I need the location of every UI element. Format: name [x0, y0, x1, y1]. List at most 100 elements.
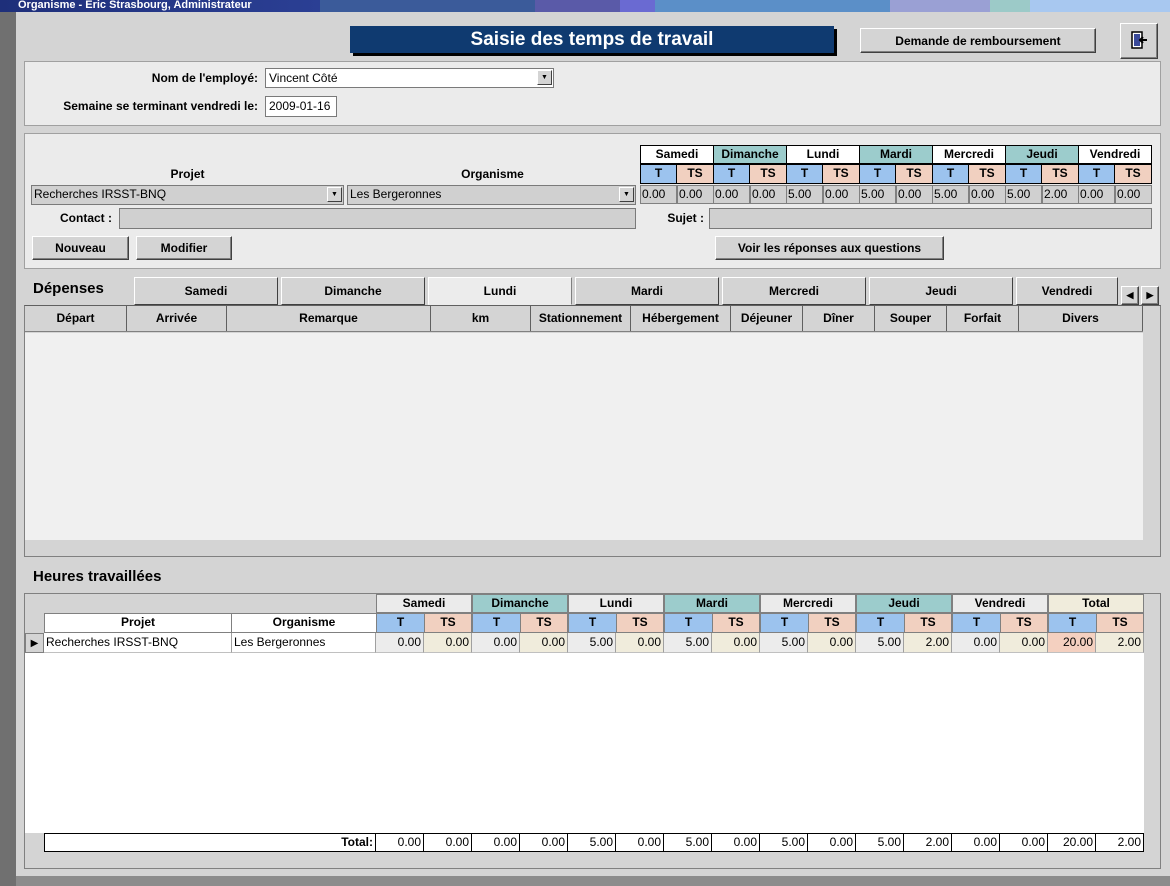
- row-hours-value[interactable]: 0.00: [616, 633, 664, 653]
- tab-jeudi[interactable]: Jeudi: [869, 277, 1013, 305]
- heures-grid-body: [25, 633, 1144, 833]
- tab-mardi[interactable]: Mardi: [575, 277, 719, 305]
- column-header: Dîner: [803, 306, 875, 331]
- heures-ts-header: TS: [904, 613, 952, 633]
- row-hours-value[interactable]: 0.00: [952, 633, 1000, 653]
- row-hours-value[interactable]: 0.00: [424, 633, 472, 653]
- heures-ts-header: TS: [616, 613, 664, 633]
- row-hours-value[interactable]: 2.00: [904, 633, 952, 653]
- entry-ts-value[interactable]: 0.00: [969, 185, 1006, 204]
- left-border: [0, 12, 16, 886]
- row-hours-value[interactable]: 0.00: [376, 633, 424, 653]
- depenses-grid-body[interactable]: [25, 333, 1143, 540]
- entry-day-header-5: Jeudi: [1005, 145, 1079, 164]
- total-value: 5.00: [856, 833, 904, 852]
- entry-t-value[interactable]: 5.00: [1005, 185, 1042, 204]
- entry-t-value[interactable]: 5.00: [859, 185, 896, 204]
- record-pointer-icon: ▶: [30, 637, 39, 649]
- row-hours-value[interactable]: 0.00: [472, 633, 520, 653]
- row-hours-value[interactable]: 2.00: [1096, 633, 1144, 653]
- projet-combo[interactable]: Recherches IRSST-BNQ ▼: [31, 185, 344, 205]
- row-organisme[interactable]: Les Bergeronnes: [232, 633, 376, 653]
- row-hours-value[interactable]: 0.00: [520, 633, 568, 653]
- total-value: 5.00: [760, 833, 808, 852]
- heures-day-header-4: Mercredi: [760, 594, 856, 613]
- entry-t-value[interactable]: 0.00: [640, 185, 677, 204]
- heures-ts-header: TS: [424, 613, 472, 633]
- total-value: 0.00: [712, 833, 760, 852]
- total-value: 0.00: [376, 833, 424, 852]
- column-header: Départ: [25, 306, 127, 331]
- chevron-down-icon[interactable]: ▼: [619, 187, 634, 202]
- heures-t-header: T: [472, 613, 521, 633]
- row-hours-value[interactable]: 0.00: [712, 633, 760, 653]
- entry-ts-header: TS: [895, 164, 933, 184]
- nouveau-button[interactable]: Nouveau: [32, 236, 129, 260]
- heures-ts-header: TS: [712, 613, 760, 633]
- tab-dimanche[interactable]: Dimanche: [281, 277, 425, 305]
- bottom-border: [16, 876, 1170, 886]
- heures-day-header-1: Dimanche: [472, 594, 568, 613]
- arrow-left-icon: ◀: [1126, 290, 1134, 300]
- tab-scroll-left[interactable]: ◀: [1121, 286, 1139, 305]
- entry-t-header: T: [786, 164, 823, 184]
- sujet-label: Sujet :: [667, 211, 704, 225]
- organisme-combo[interactable]: Les Bergeronnes ▼: [347, 185, 636, 205]
- entry-ts-value[interactable]: 2.00: [1042, 185, 1079, 204]
- window-titlebar: Organisme - Eric Strasbourg, Administrat…: [0, 0, 1170, 12]
- reimburse-button[interactable]: Demande de remboursement: [860, 28, 1096, 53]
- tab-samedi[interactable]: Samedi: [134, 277, 278, 305]
- entry-day-header-0: Samedi: [640, 145, 714, 164]
- entry-t-value[interactable]: 5.00: [932, 185, 969, 204]
- tab-scroll-right[interactable]: ▶: [1141, 286, 1159, 305]
- entry-day-header-4: Mercredi: [932, 145, 1006, 164]
- heures-t-header: T: [664, 613, 713, 633]
- row-hours-value[interactable]: 0.00: [808, 633, 856, 653]
- column-header: Forfait: [947, 306, 1019, 331]
- entry-t-value[interactable]: 5.00: [786, 185, 823, 204]
- exit-button[interactable]: [1120, 23, 1158, 59]
- contact-label: Contact :: [60, 211, 112, 225]
- organisme-header: Organisme: [461, 167, 524, 181]
- depenses-column-headers: Départ Arrivée Remarque km Stationnement Hébe…: [25, 306, 1143, 332]
- row-hours-value[interactable]: 5.00: [760, 633, 808, 653]
- week-date-field[interactable]: 2009-01-16: [265, 96, 337, 117]
- tab-mercredi[interactable]: Mercredi: [722, 277, 866, 305]
- heures-day-header-6: Vendredi: [952, 594, 1048, 613]
- entry-ts-header: TS: [676, 164, 714, 184]
- entry-t-value[interactable]: 0.00: [713, 185, 750, 204]
- modifier-button[interactable]: Modifier: [136, 236, 232, 260]
- row-hours-value[interactable]: 0.00: [1000, 633, 1048, 653]
- week-label: Semaine se terminant vendredi le:: [63, 99, 258, 113]
- row-selector[interactable]: ▶: [25, 633, 44, 653]
- total-value: 20.00: [1048, 833, 1096, 852]
- contact-field[interactable]: [119, 208, 636, 229]
- total-value: 0.00: [520, 833, 568, 852]
- entry-ts-value[interactable]: 0.00: [677, 185, 714, 204]
- employee-combo[interactable]: Vincent Côté ▼: [265, 68, 554, 88]
- row-projet[interactable]: Recherches IRSST-BNQ: [44, 633, 232, 653]
- row-hours-value[interactable]: 5.00: [664, 633, 712, 653]
- entry-day-header-2: Lundi: [786, 145, 860, 164]
- row-hours-value[interactable]: 5.00: [856, 633, 904, 653]
- entry-ts-header: TS: [1114, 164, 1152, 184]
- row-hours-value[interactable]: 5.00: [568, 633, 616, 653]
- entry-ts-value[interactable]: 0.00: [1115, 185, 1152, 204]
- row-hours-value[interactable]: 20.00: [1048, 633, 1096, 653]
- column-header: km: [431, 306, 531, 331]
- entry-ts-value[interactable]: 0.00: [823, 185, 860, 204]
- tab-vendredi[interactable]: Vendredi: [1016, 277, 1118, 305]
- entry-ts-header: TS: [968, 164, 1006, 184]
- projet-header: Projet: [170, 167, 205, 181]
- chevron-down-icon[interactable]: ▼: [327, 187, 342, 202]
- tab-lundi[interactable]: Lundi: [428, 277, 572, 305]
- app-window: Organisme - Eric Strasbourg, Administrat…: [0, 0, 1170, 886]
- heures-t-header: T: [952, 613, 1001, 633]
- entry-t-value[interactable]: 0.00: [1078, 185, 1115, 204]
- chevron-down-icon[interactable]: ▼: [537, 70, 552, 85]
- entry-ts-value[interactable]: 0.00: [896, 185, 933, 204]
- questions-button[interactable]: Voir les réponses aux questions: [715, 236, 944, 260]
- sujet-field[interactable]: [709, 208, 1152, 229]
- entry-ts-value[interactable]: 0.00: [750, 185, 787, 204]
- total-value: 0.00: [1000, 833, 1048, 852]
